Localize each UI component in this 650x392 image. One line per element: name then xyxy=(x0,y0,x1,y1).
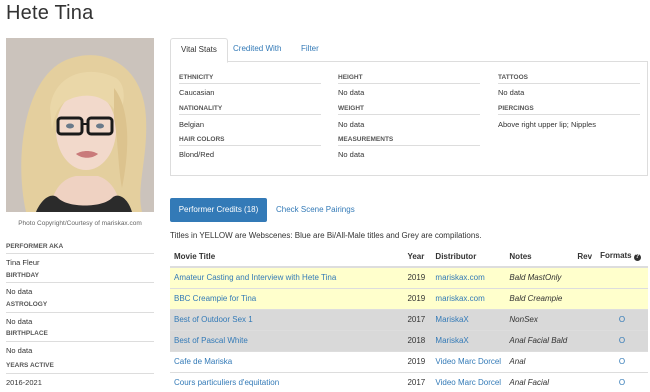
distributor-link[interactable]: mariskax.com xyxy=(435,273,484,282)
movie-format[interactable]: O xyxy=(596,308,648,330)
weight-label: WEIGHT xyxy=(338,105,480,115)
birthday-value: No data xyxy=(6,282,154,296)
movie-notes: Anal Facial Bald xyxy=(505,329,574,351)
col-year[interactable]: Year xyxy=(403,246,432,268)
birthplace-value: No data xyxy=(6,341,154,355)
movie-rev xyxy=(573,329,597,351)
col-notes[interactable]: Notes xyxy=(505,246,574,268)
movie-title-link[interactable]: Cours particuliers d'equitation xyxy=(174,378,279,387)
hair-colors-label: HAIR COLORS xyxy=(179,136,321,146)
movie-notes: Anal xyxy=(505,350,574,372)
tattoos-value: No data xyxy=(498,88,525,97)
table-row: Best of Pascal White 2018 MariskaX Anal … xyxy=(170,329,648,351)
astrology-value: No data xyxy=(6,312,154,326)
table-row: Cafe de Mariska 2019 Video Marc Dorcel A… xyxy=(170,350,648,372)
hair-colors-value: Blond/Red xyxy=(179,150,215,159)
movie-rev xyxy=(573,287,597,309)
vital-stats-panel: ETHNICITY Caucasian NATIONALITY Belgian … xyxy=(170,62,648,176)
tattoos-label: TATTOOS xyxy=(498,74,640,84)
check-scene-pairings-link[interactable]: Check Scene Pairings xyxy=(276,198,355,222)
movie-title-link[interactable]: Best of Outdoor Sex 1 xyxy=(174,315,253,324)
measurements-value: No data xyxy=(338,150,365,159)
ethnicity-value: Caucasian xyxy=(179,88,215,97)
piercings-value: Above right upper lip; Nipples xyxy=(498,120,596,129)
movie-title-link[interactable]: BBC Creampie for Tina xyxy=(174,294,256,303)
movie-notes: Anal Facial xyxy=(505,371,574,392)
performer-aka-value: Tina Fleur xyxy=(6,253,154,267)
ethnicity-label: ETHNICITY xyxy=(179,74,321,84)
movie-year: 2019 xyxy=(403,287,432,309)
movie-format[interactable]: O xyxy=(596,329,648,351)
movie-title-link[interactable]: Cafe de Mariska xyxy=(174,357,232,366)
col-distributor[interactable]: Distributor xyxy=(431,246,506,268)
col-rev[interactable]: Rev xyxy=(573,246,597,268)
movie-year: 2017 xyxy=(403,371,432,392)
movie-rev xyxy=(573,371,597,392)
distributor-link[interactable]: MariskaX xyxy=(435,315,468,324)
table-row: Cours particuliers d'equitation 2017 Vid… xyxy=(170,371,648,392)
credits-legend: Titles in YELLOW are Webscenes: Blue are… xyxy=(170,231,482,240)
birthplace-label: BIRTHPLACE xyxy=(6,330,48,337)
birthday-label: BIRTHDAY xyxy=(6,272,39,279)
movie-format[interactable] xyxy=(596,287,648,309)
tab-vital-stats[interactable]: Vital Stats xyxy=(170,38,228,63)
movie-title-link[interactable]: Best of Pascal White xyxy=(174,336,248,345)
movie-format[interactable]: O xyxy=(596,371,648,392)
performer-credits-button[interactable]: Performer Credits (18) xyxy=(170,198,267,222)
movie-year: 2018 xyxy=(403,329,432,351)
movie-title-link[interactable]: Amateur Casting and Interview with Hete … xyxy=(174,273,336,282)
table-row: Amateur Casting and Interview with Hete … xyxy=(170,266,648,288)
astrology-label: ASTROLOGY xyxy=(6,301,48,308)
table-row: BBC Creampie for Tina 2019 mariskax.com … xyxy=(170,287,648,309)
movie-notes: Bald Creampie xyxy=(505,287,574,309)
years-active-label: YEARS ACTIVE xyxy=(6,362,54,369)
distributor-link[interactable]: MariskaX xyxy=(435,336,468,345)
movie-notes: NonSex xyxy=(505,308,574,330)
movie-year: 2019 xyxy=(403,266,432,288)
photo-caption: Photo Copyright/Courtesy of mariskax.com xyxy=(18,220,142,227)
movie-rev xyxy=(573,350,597,372)
movie-year: 2017 xyxy=(403,308,432,330)
movie-year: 2019 xyxy=(403,350,432,372)
tab-credited-with[interactable]: Credited With xyxy=(223,38,291,62)
performer-photo-image xyxy=(6,38,154,212)
performer-photo xyxy=(6,38,154,212)
col-movie-title[interactable]: Movie Title xyxy=(170,246,404,268)
performer-aka-label: PERFORMER AKA xyxy=(6,243,64,250)
height-value: No data xyxy=(338,88,365,97)
distributor-link[interactable]: Video Marc Dorcel xyxy=(435,378,501,387)
years-active-value: 2016-2021 xyxy=(6,373,154,387)
question-icon[interactable]: ? xyxy=(633,254,641,261)
height-label: HEIGHT xyxy=(338,74,480,84)
movie-format[interactable] xyxy=(596,266,648,288)
page-title: Hete Tina xyxy=(6,2,94,24)
nationality-label: NATIONALITY xyxy=(179,105,321,115)
nationality-value: Belgian xyxy=(179,120,205,129)
weight-value: No data xyxy=(338,120,365,129)
col-formats[interactable]: Formats ? xyxy=(596,246,648,268)
table-row: Best of Outdoor Sex 1 2017 MariskaX NonS… xyxy=(170,308,648,330)
table-header-row: Movie Title Year Distributor Notes Rev F… xyxy=(170,246,648,268)
tab-filter[interactable]: Filter xyxy=(291,38,329,62)
profile-tabs: Vital Stats Credited With Filter xyxy=(170,38,648,63)
distributor-link[interactable]: mariskax.com xyxy=(435,294,484,303)
credits-table: Movie Title Year Distributor Notes Rev F… xyxy=(170,246,648,392)
movie-rev xyxy=(573,308,597,330)
formats-label: Formats xyxy=(600,251,632,260)
piercings-label: PIERCINGS xyxy=(498,105,640,115)
movie-format[interactable]: O xyxy=(596,350,648,372)
distributor-link[interactable]: Video Marc Dorcel xyxy=(435,357,501,366)
movie-rev xyxy=(573,266,597,288)
measurements-label: MEASUREMENTS xyxy=(338,136,480,146)
movie-notes: Bald MastOnly xyxy=(505,266,574,288)
